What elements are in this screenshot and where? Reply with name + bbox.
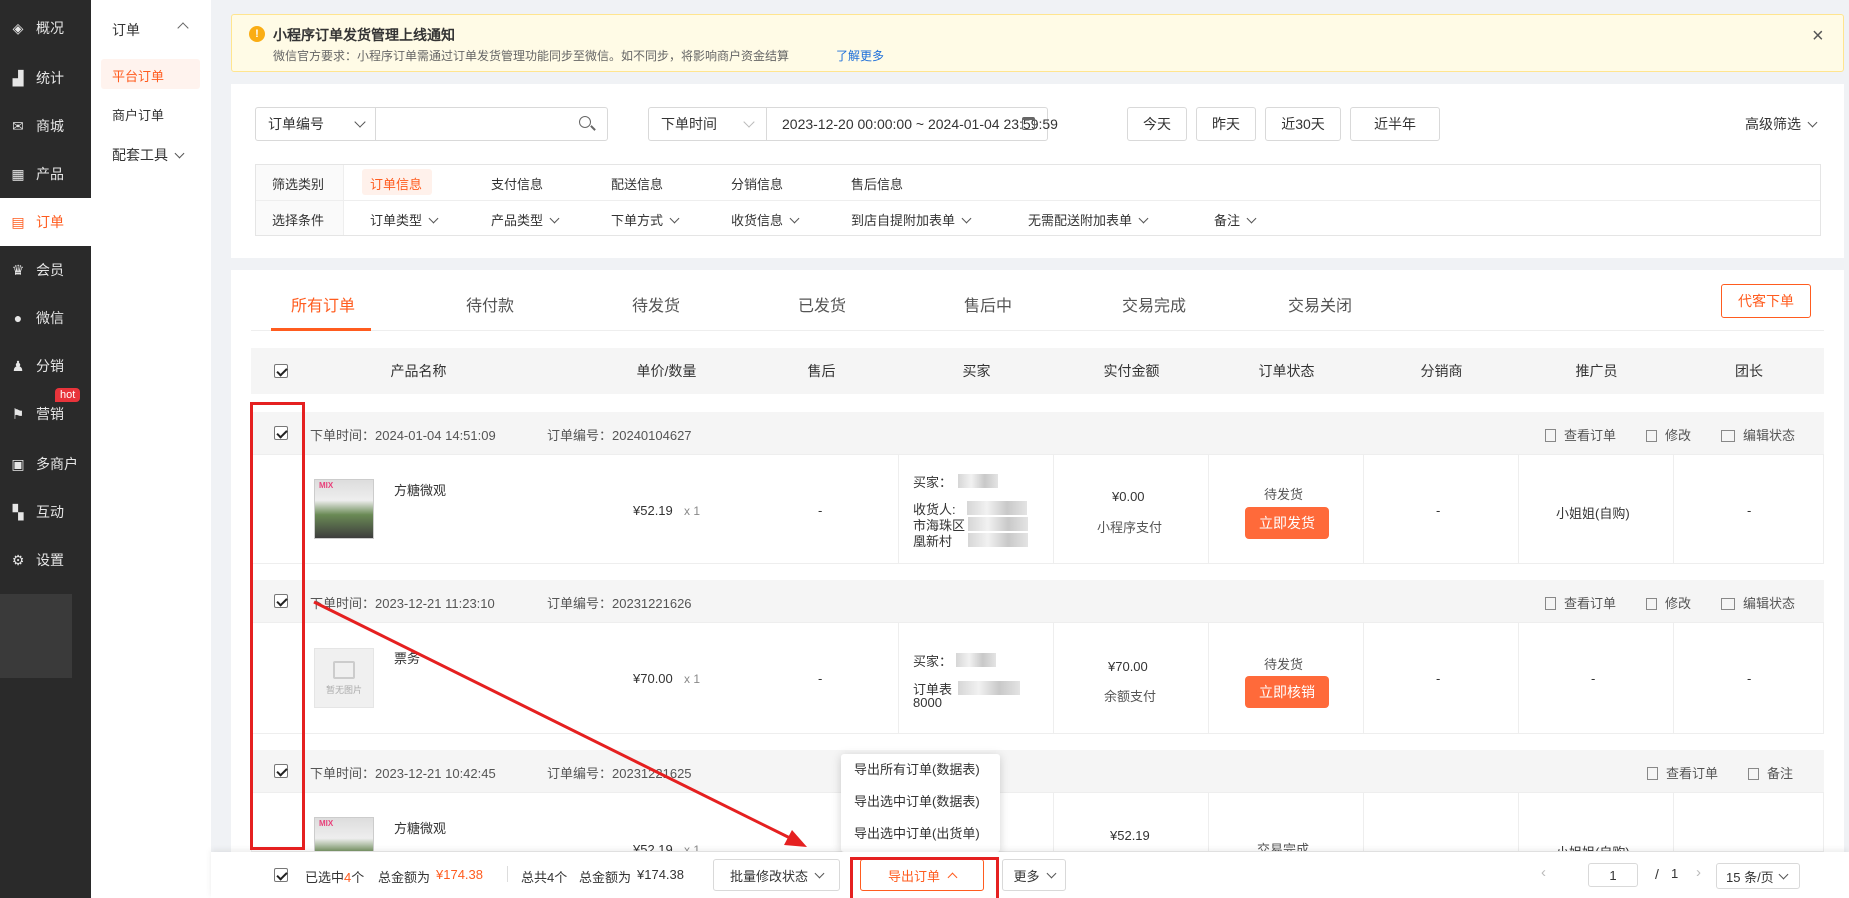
annotation-arrow-line — [313, 600, 791, 840]
annotation-arrow-head — [784, 830, 807, 847]
annotation-arrow — [313, 600, 807, 847]
